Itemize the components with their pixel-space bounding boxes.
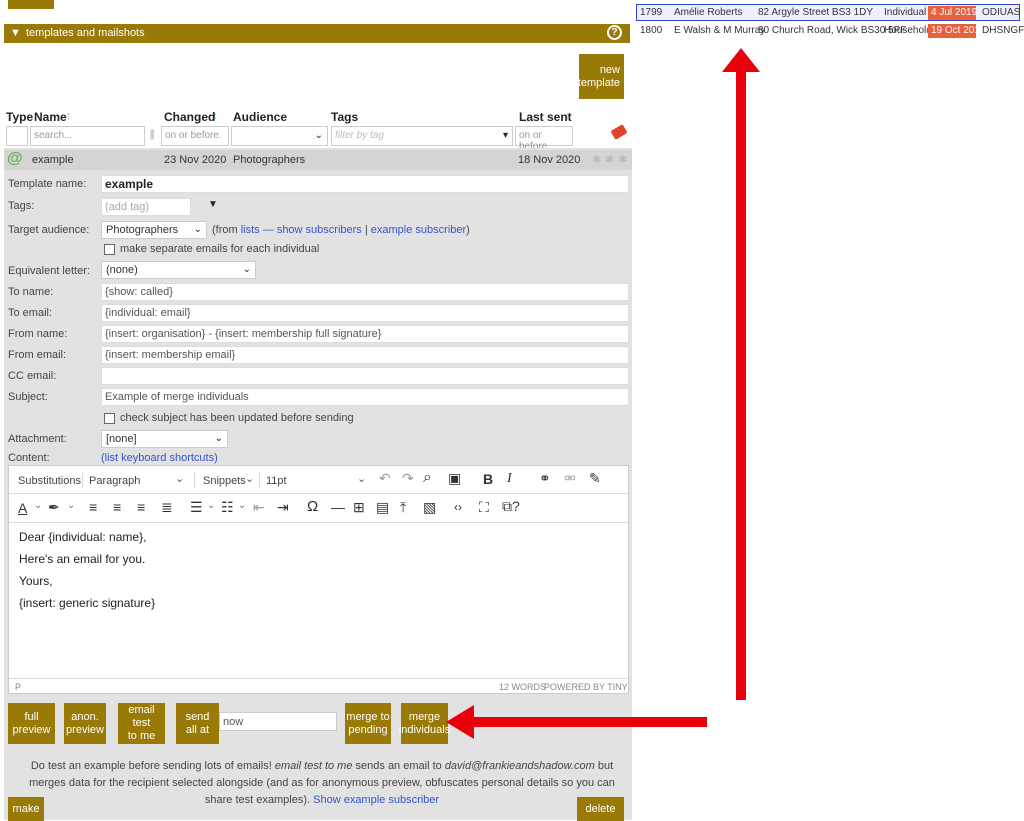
left-arrow-head: [446, 705, 474, 739]
up-arrow-head: [722, 48, 760, 72]
up-arrow-shaft: [736, 70, 746, 700]
annotation-arrows: [446, 48, 760, 739]
left-arrow-shaft: [472, 717, 707, 727]
